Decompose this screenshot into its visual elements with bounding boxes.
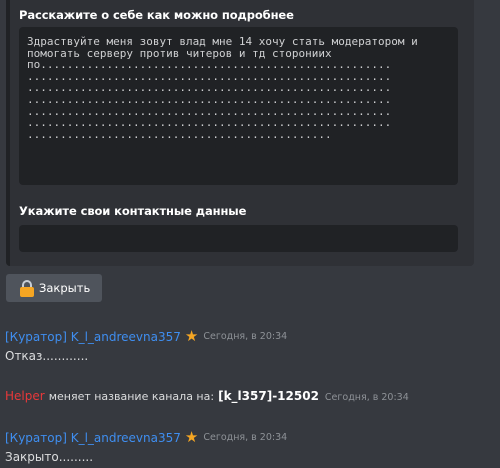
star-icon: ★: [184, 328, 199, 345]
close-button-label: Закрыть: [39, 281, 91, 295]
star-icon: ★: [184, 429, 199, 446]
field-title-about: Расскажите о себе как можно подробнее: [19, 8, 294, 22]
contacts-text: [19, 225, 458, 234]
message-header: [Куратор] K_l_andreevna357 ★ Сегодня, в …: [5, 430, 287, 445]
system-text: меняет название канала на:: [48, 390, 215, 403]
message-text: Отказ............: [5, 349, 89, 363]
field-title-contacts: Укажите свои контактные данные: [19, 204, 247, 218]
message-text: Закрыто.........: [5, 450, 94, 464]
channel-rename-notice: Helper меняет название канала на: [k_l35…: [5, 389, 409, 403]
about-text: Здраствуйте меня зовут влад мне 14 хочу …: [27, 35, 418, 141]
message-author[interactable]: [Куратор] K_l_andreevna357: [5, 431, 181, 445]
lock-icon: [20, 279, 34, 297]
system-timestamp: Сегодня, в 20:34: [324, 392, 409, 403]
message-timestamp: Сегодня, в 20:34: [203, 331, 288, 342]
about-codeblock: Здраствуйте меня зовут влад мне 14 хочу …: [19, 27, 458, 185]
message-timestamp: Сегодня, в 20:34: [203, 432, 288, 443]
system-user[interactable]: Helper: [5, 389, 45, 403]
close-ticket-button[interactable]: Закрыть: [6, 274, 102, 302]
message-header: [Куратор] K_l_andreevna357 ★ Сегодня, в …: [5, 329, 287, 344]
message-author[interactable]: [Куратор] K_l_andreevna357: [5, 330, 181, 344]
embed-accent-bar: [6, 0, 10, 266]
new-channel-name: [k_l357]-12502: [218, 389, 319, 403]
contacts-codeblock: [19, 225, 458, 252]
